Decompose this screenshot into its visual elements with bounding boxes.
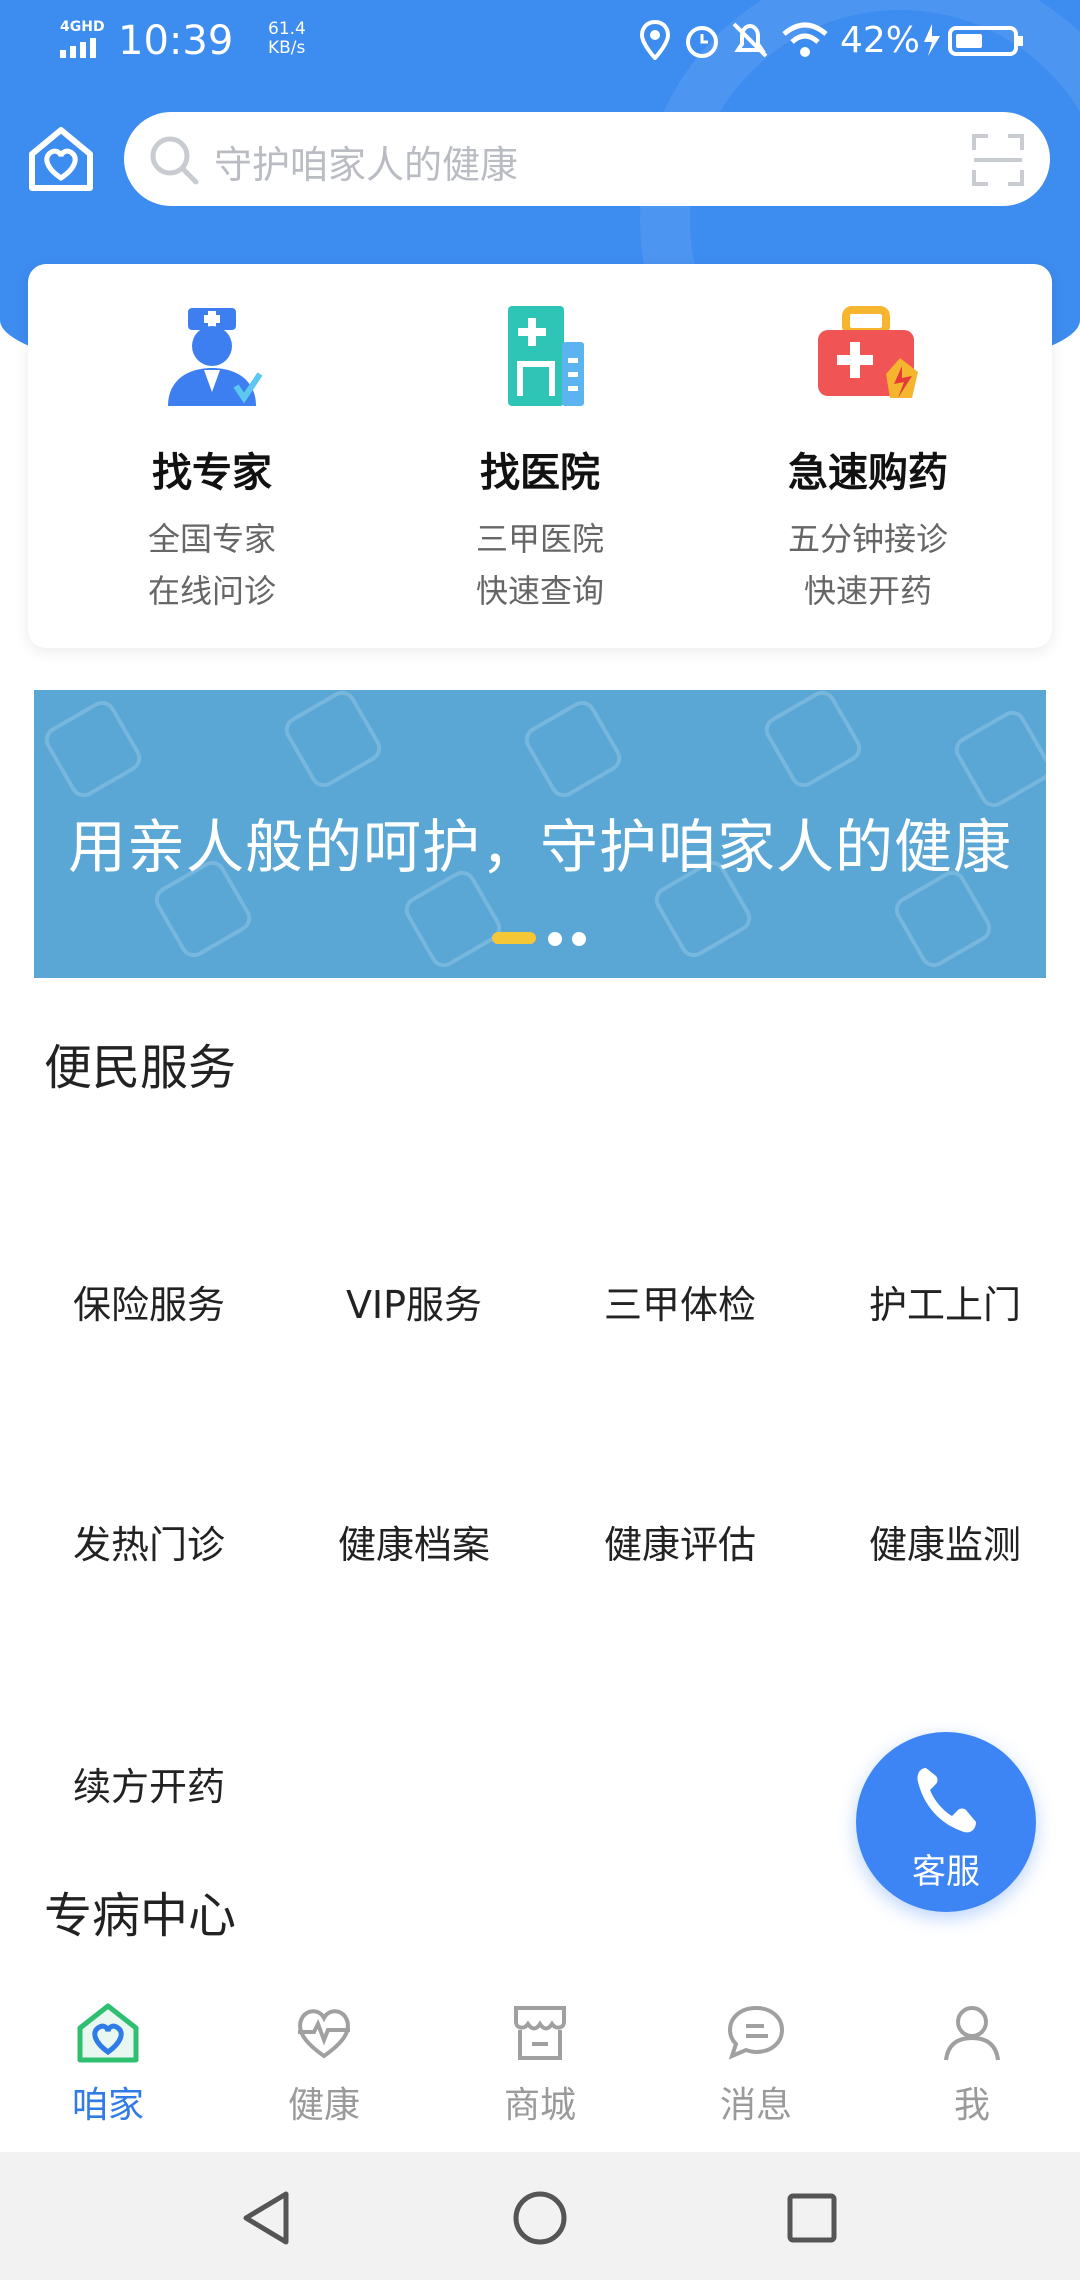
store-icon — [514, 2006, 566, 2060]
wifi-icon — [782, 22, 828, 57]
home-heart-icon — [77, 2003, 139, 2063]
status-time: 10:39 — [118, 18, 234, 64]
quick-action-subtitle: 快速查询 — [475, 572, 604, 610]
service-prescription-renewal[interactable]: 续方开药 — [16, 1756, 282, 1811]
quick-action-title: 急速购药 — [788, 450, 948, 496]
quick-actions-card: 找专家 全国专家 在线问诊 找医院 三甲医院 快速查询 急速购药 五分钟接诊 快… — [28, 264, 1052, 648]
bottom-tab-bar: 咱家 健康 商城 消息 我 — [0, 1970, 1080, 2152]
banner-watermark — [39, 695, 147, 803]
quick-action-title: 找专家 — [152, 450, 272, 496]
quick-action-find-hospital[interactable]: 找医院 三甲医院 快速查询 — [370, 264, 710, 648]
mute-bell-icon — [732, 22, 768, 58]
heartbeat-icon — [298, 2009, 350, 2059]
service-fever-clinic[interactable]: 发热门诊 — [16, 1514, 282, 1569]
banner-watermark — [759, 690, 867, 793]
search-icon — [150, 136, 199, 185]
tab-label: 健康 — [287, 2085, 360, 2126]
service-vip[interactable]: VIP服务 — [281, 1274, 547, 1329]
promo-banner[interactable]: 用亲人般的呵护，守护咱家人的健康 — [34, 690, 1046, 978]
recents-icon[interactable] — [786, 2192, 838, 2244]
tab-label: 消息 — [719, 2085, 792, 2126]
tab-messages[interactable]: 消息 — [648, 1970, 864, 2152]
quick-action-title: 找医院 — [480, 450, 600, 496]
search-bar[interactable]: 守护咱家人的健康 — [124, 112, 1050, 206]
service-health-record[interactable]: 健康档案 — [281, 1514, 547, 1569]
banner-watermark — [519, 695, 627, 803]
tab-label: 商城 — [503, 2085, 576, 2126]
banner-watermark — [279, 690, 387, 793]
carousel-dot-active[interactable] — [492, 932, 536, 944]
message-icon — [727, 2005, 785, 2060]
special-disease-section-title: 专病中心 — [44, 1888, 237, 1944]
network-speed: 61.4 KB/s — [268, 20, 306, 58]
user-icon — [944, 2006, 1000, 2061]
battery-percent: 42% — [840, 20, 921, 61]
back-icon[interactable] — [240, 2190, 292, 2246]
status-bar: 4GHD 10:39 61.4 KB/s 42% — [0, 0, 1080, 84]
location-icon — [640, 20, 670, 60]
service-home-nursing[interactable]: 护工上门 — [812, 1274, 1078, 1329]
quick-action-buy-medicine[interactable]: 急速购药 五分钟接诊 快速开药 — [698, 264, 1038, 648]
medicine-kit-icon — [818, 306, 918, 398]
tab-health[interactable]: 健康 — [216, 1970, 432, 2152]
banner-text: 用亲人般的呵护，守护咱家人的健康 — [67, 813, 1012, 881]
tab-me[interactable]: 我 — [864, 1970, 1080, 2152]
carousel-dot[interactable] — [572, 932, 586, 946]
home-button-icon[interactable] — [512, 2190, 568, 2246]
network-type: 4GHD — [60, 19, 105, 35]
service-health-monitoring[interactable]: 健康监测 — [812, 1514, 1078, 1569]
tab-label: 咱家 — [71, 2085, 144, 2126]
alarm-icon — [686, 26, 718, 58]
quick-action-subtitle: 五分钟接诊 — [787, 520, 948, 558]
phone-icon — [917, 1768, 976, 1833]
customer-service-label: 客服 — [912, 1852, 980, 1892]
signal-icon — [60, 38, 96, 58]
search-placeholder: 守护咱家人的健康 — [214, 143, 519, 187]
hospital-icon — [508, 306, 584, 406]
speed-unit: KB/s — [268, 38, 306, 58]
convenience-section-title: 便民服务 — [44, 1040, 237, 1096]
quick-action-find-expert[interactable]: 找专家 全国专家 在线问诊 — [42, 264, 382, 648]
customer-service-button[interactable]: 客服 — [856, 1732, 1036, 1912]
system-nav-bar — [0, 2152, 1080, 2280]
banner-watermark — [949, 705, 1046, 813]
tab-store[interactable]: 商城 — [432, 1970, 648, 2152]
tab-label: 我 — [953, 2085, 990, 2126]
scan-icon[interactable] — [970, 132, 1026, 188]
speed-value: 61.4 — [268, 19, 306, 39]
quick-action-subtitle: 快速开药 — [803, 572, 932, 610]
service-health-assessment[interactable]: 健康评估 — [547, 1514, 813, 1569]
quick-action-subtitle: 全国专家 — [147, 520, 276, 558]
service-insurance[interactable]: 保险服务 — [16, 1274, 282, 1329]
service-checkup[interactable]: 三甲体检 — [547, 1274, 813, 1329]
doctor-icon — [168, 308, 263, 406]
home-heart-icon[interactable] — [26, 124, 96, 194]
quick-action-subtitle: 三甲医院 — [475, 520, 604, 558]
tab-home[interactable]: 咱家 — [0, 1970, 216, 2152]
battery-icon — [924, 24, 1023, 56]
quick-action-subtitle: 在线问诊 — [147, 572, 276, 610]
carousel-dot[interactable] — [548, 932, 562, 946]
